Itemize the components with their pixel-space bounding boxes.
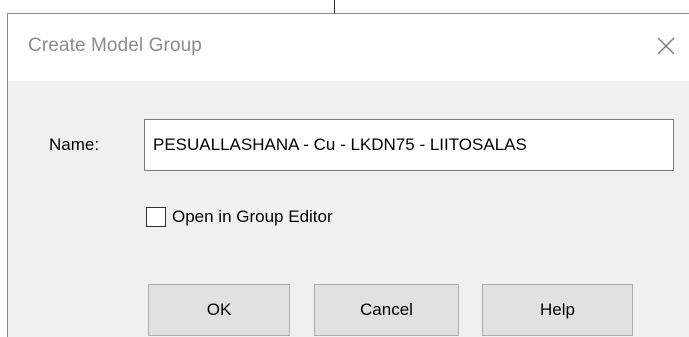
name-label: Name: [49,135,100,154]
open-in-group-editor-checkbox[interactable] [146,207,166,227]
ok-button[interactable]: OK [148,284,290,336]
create-model-group-dialog: Create Model Group Name: Open in Group E… [7,13,689,337]
open-in-group-editor-option[interactable]: Open in Group Editor [146,204,333,230]
close-x-icon [657,37,675,55]
dialog-title: Create Model Group [28,35,202,56]
cancel-button[interactable]: Cancel [314,284,459,336]
dialog-titlebar: Create Model Group [8,14,689,81]
name-input[interactable] [144,119,674,171]
open-in-group-editor-label[interactable]: Open in Group Editor [172,207,333,227]
help-button[interactable]: Help [482,284,633,336]
close-button[interactable] [648,28,684,64]
background-window-strip [0,0,689,14]
background-divider [334,0,335,13]
